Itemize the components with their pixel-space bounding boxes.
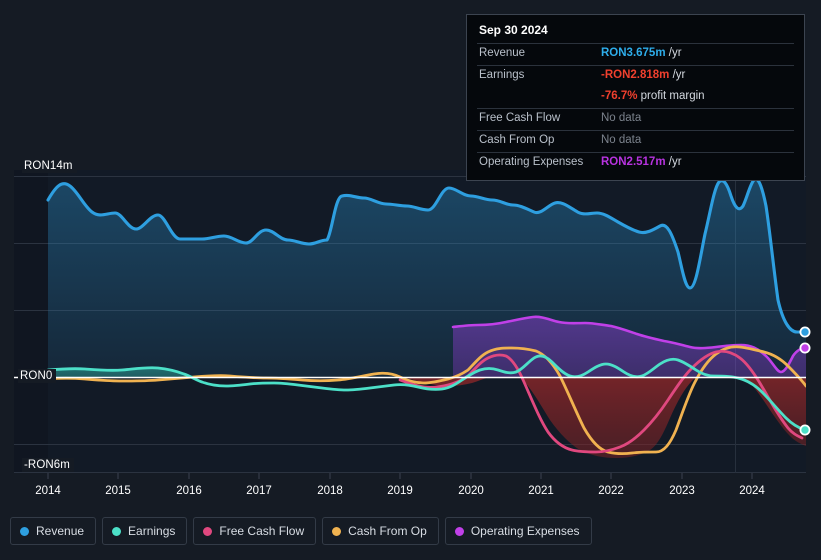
legend-label-operating-expenses: Operating Expenses bbox=[470, 524, 580, 538]
tooltip-value-profit-margin-number: -76.7% bbox=[601, 90, 638, 102]
legend-label-free-cash-flow: Free Cash Flow bbox=[219, 524, 305, 538]
y-axis-label-top: RON14m bbox=[22, 159, 77, 173]
legend-label-revenue: Revenue bbox=[36, 524, 85, 538]
financial-chart: RON14m RON0 -RON6m 2014 2015 2016 2017 2… bbox=[0, 0, 821, 560]
y-axis-label-zero: RON0 bbox=[18, 369, 57, 383]
tooltip-label-earnings: Earnings bbox=[479, 69, 525, 81]
legend-label-cash-from-op: Cash From Op bbox=[348, 524, 427, 538]
x-axis-tick-2015: 2015 bbox=[105, 485, 131, 497]
tooltip-row-operating-expenses: Operating Expenses RON2.517m /yr bbox=[477, 152, 794, 174]
legend-dot-revenue-icon bbox=[20, 526, 29, 536]
legend-item-cash-from-op[interactable]: Cash From Op bbox=[322, 517, 439, 545]
earnings-endpoint-marker bbox=[799, 424, 811, 436]
legend-item-earnings[interactable]: Earnings bbox=[102, 517, 188, 545]
tooltip-row-earnings: Earnings -RON2.818m /yr bbox=[477, 65, 794, 87]
legend-item-revenue[interactable]: Revenue bbox=[10, 517, 97, 545]
tooltip-value-operating-expenses: RON2.517m /yr bbox=[601, 156, 682, 168]
operating-expenses-endpoint-marker bbox=[799, 342, 811, 354]
tooltip-value-free-cash-flow: No data bbox=[601, 112, 642, 124]
tooltip-row-free-cash-flow: Free Cash Flow No data bbox=[477, 108, 794, 130]
tooltip-label-cash-from-op: Cash From Op bbox=[479, 134, 555, 146]
tooltip-label-operating-expenses: Operating Expenses bbox=[479, 156, 584, 168]
x-axis-tick-2022: 2022 bbox=[598, 485, 624, 497]
tooltip-value-profit-margin: -76.7% profit margin bbox=[601, 90, 705, 102]
x-axis-tick-2021: 2021 bbox=[528, 485, 554, 497]
x-axis-tick-2016: 2016 bbox=[176, 485, 202, 497]
tooltip-value-earnings: -RON2.818m /yr bbox=[601, 69, 685, 81]
tooltip-label-free-cash-flow: Free Cash Flow bbox=[479, 112, 561, 124]
tooltip-value-revenue-number: RON3.675m bbox=[601, 47, 666, 59]
x-axis-tick-2014: 2014 bbox=[35, 485, 61, 497]
x-axis-tick-2023: 2023 bbox=[669, 485, 695, 497]
x-axis-tick-2019: 2019 bbox=[387, 485, 413, 497]
x-axis-tick-2018: 2018 bbox=[317, 485, 343, 497]
tooltip-value-earnings-number: -RON2.818m bbox=[601, 69, 670, 81]
tooltip-value-operating-expenses-number: RON2.517m bbox=[601, 156, 666, 168]
tooltip-value-cash-from-op: No data bbox=[601, 134, 642, 146]
tooltip-value-revenue-unit: /yr bbox=[668, 47, 682, 59]
x-axis-tick-2017: 2017 bbox=[246, 485, 272, 497]
y-axis-label-bottom: -RON6m bbox=[22, 458, 74, 472]
chart-tooltip: Sep 30 2024 Revenue RON3.675m /yr Earnin… bbox=[466, 14, 805, 181]
tooltip-row-profit-margin: -76.7% profit margin bbox=[477, 87, 794, 108]
tooltip-value-operating-expenses-unit: /yr bbox=[668, 156, 682, 168]
legend-dot-operating-expenses-icon bbox=[454, 526, 464, 536]
x-axis-tick-2020: 2020 bbox=[458, 485, 484, 497]
tooltip-value-profit-margin-unit: profit margin bbox=[640, 90, 705, 102]
legend-dot-free-cash-flow-icon bbox=[203, 526, 213, 536]
legend-dot-cash-from-op-icon bbox=[332, 526, 342, 536]
tooltip-value-revenue: RON3.675m /yr bbox=[601, 47, 682, 59]
legend-item-free-cash-flow[interactable]: Free Cash Flow bbox=[193, 517, 317, 545]
x-axis-tick-2024: 2024 bbox=[739, 485, 765, 497]
legend-item-operating-expenses[interactable]: Operating Expenses bbox=[444, 517, 592, 545]
tooltip-row-revenue: Revenue RON3.675m /yr bbox=[477, 43, 794, 65]
tooltip-row-cash-from-op: Cash From Op No data bbox=[477, 130, 794, 152]
legend-dot-earnings-icon bbox=[112, 526, 122, 536]
revenue-endpoint-marker bbox=[799, 326, 811, 338]
x-tick-marks bbox=[47, 473, 753, 479]
legend-label-earnings: Earnings bbox=[128, 524, 176, 538]
chart-legend: Revenue Earnings Free Cash Flow Cash Fro… bbox=[10, 517, 592, 545]
tooltip-date: Sep 30 2024 bbox=[479, 23, 548, 37]
tooltip-value-earnings-unit: /yr bbox=[672, 69, 686, 81]
tooltip-label-revenue: Revenue bbox=[479, 47, 526, 59]
